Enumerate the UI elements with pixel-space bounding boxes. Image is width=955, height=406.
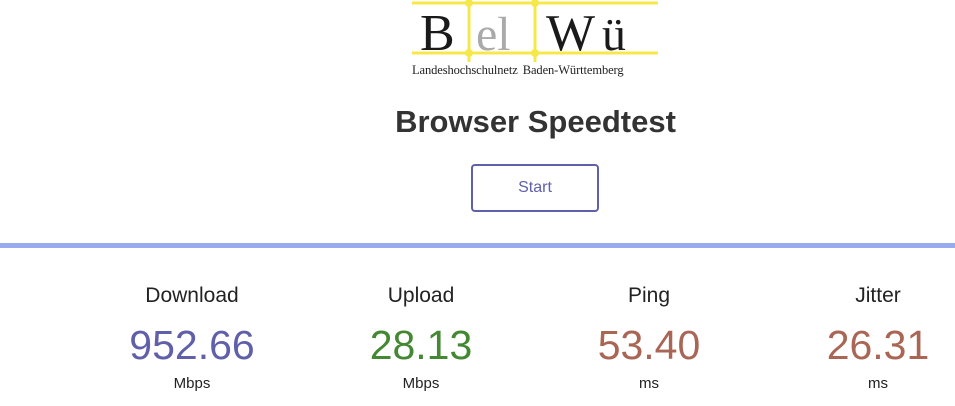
metric-value: 26.31: [826, 322, 930, 368]
divider: [0, 243, 955, 248]
metric-upload: Upload 28.13 Mbps: [321, 282, 521, 393]
metric-unit: ms: [639, 375, 659, 392]
metric-jitter: Jitter 26.31 ms: [755, 282, 955, 393]
metric-download: Download 952.66 Mbps: [92, 282, 292, 393]
start-button[interactable]: Start: [471, 164, 599, 212]
metric-unit: ms: [868, 375, 888, 392]
metric-value: 53.40: [597, 322, 701, 368]
page-title: Browser Speedtest: [395, 104, 676, 139]
logo-caption-right: Baden-Württemberg: [522, 63, 624, 77]
speedtest-page: B el W ü Landeshochschulnetz Baden-Württ…: [0, 0, 955, 406]
metric-label: Upload: [387, 284, 455, 307]
metric-label: Download: [145, 284, 239, 307]
belwue-logo-mark: B el W ü: [412, 0, 658, 62]
logo-letter-b: B: [420, 5, 455, 62]
metric-ping: Ping 53.40 ms: [549, 282, 749, 393]
metric-value: 28.13: [369, 322, 473, 368]
metric-unit: Mbps: [402, 375, 440, 392]
logo-letter-u-umlaut: ü: [602, 8, 626, 61]
belwue-logo: B el W ü Landeshochschulnetz Baden-Württ…: [412, 0, 658, 82]
logo-caption: Landeshochschulnetz Baden-Württemberg: [412, 63, 658, 78]
metric-value: 952.66: [129, 322, 255, 368]
metric-unit: Mbps: [173, 375, 211, 392]
metric-label: Ping: [627, 284, 671, 307]
logo-letters-el: el: [476, 8, 511, 61]
logo-letter-w: W: [546, 5, 595, 62]
metric-label: Jitter: [855, 284, 901, 307]
logo-caption-left: Landeshochschulnetz: [412, 63, 518, 77]
